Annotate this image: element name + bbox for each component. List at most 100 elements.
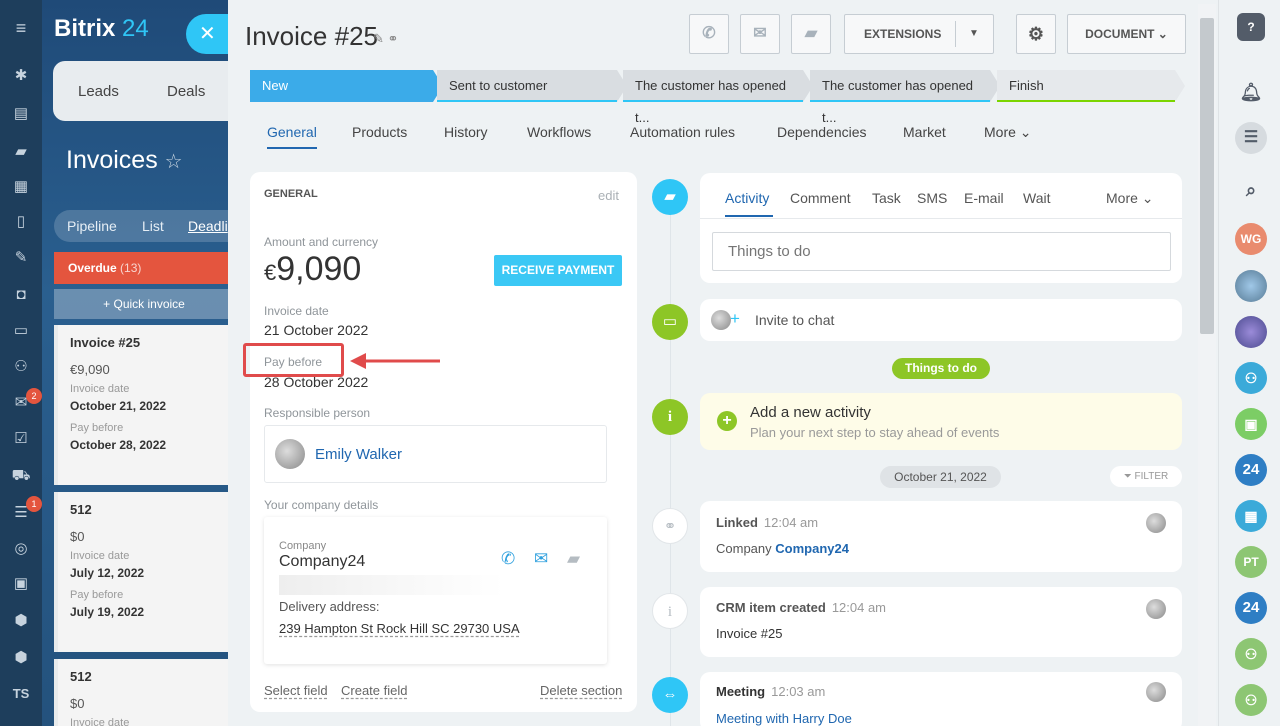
create-field-link[interactable]: Create field xyxy=(341,683,407,698)
stage-new[interactable]: New xyxy=(250,70,443,102)
tab-market[interactable]: Market xyxy=(903,124,946,140)
help-icon[interactable]: ? xyxy=(1237,13,1265,41)
close-slider-button[interactable]: ✕ xyxy=(186,14,230,54)
tab-products[interactable]: Products xyxy=(352,124,407,140)
things-to-do-badge: Things to do xyxy=(892,358,990,379)
document-button[interactable]: DOCUMENT ⌄ xyxy=(1067,14,1186,54)
tab-leads[interactable]: Leads xyxy=(78,83,119,100)
search-icon[interactable]: ⌕ xyxy=(1235,174,1267,206)
invite-panel[interactable]: + Invite to chat xyxy=(700,299,1182,341)
shop-icon[interactable]: ⛟ xyxy=(11,466,31,486)
edit-link[interactable]: edit xyxy=(598,188,619,203)
bitrix24-chat[interactable]: 24 xyxy=(1235,592,1267,624)
kanban-card[interactable]: 512 $0 Invoice date July 12, 2022 Pay be… xyxy=(54,492,234,652)
add-icon[interactable]: + xyxy=(717,411,737,431)
target-icon[interactable]: ◎ xyxy=(11,539,31,559)
view-list[interactable]: List xyxy=(142,218,164,234)
stage-opened-1[interactable]: The customer has opened t... xyxy=(623,70,813,125)
bell-icon[interactable]: 🔔︎ xyxy=(1235,76,1267,108)
user-avatar-wg[interactable]: WG xyxy=(1235,223,1267,255)
card-pay: July 19, 2022 xyxy=(70,605,145,619)
gear-icon[interactable]: ⚙ xyxy=(1016,14,1056,54)
select-field-link[interactable]: Select field xyxy=(264,683,328,698)
mail-icon[interactable]: ✉ xyxy=(534,549,548,569)
group-icon[interactable]: ⚇ xyxy=(1235,684,1267,716)
delivery-address[interactable]: 239 Hampton St Rock Hill SC 29730 USA xyxy=(279,621,520,636)
user-initials[interactable]: TS xyxy=(11,684,31,704)
plus-icon[interactable]: + xyxy=(730,310,740,328)
box-icon[interactable]: ⬢ xyxy=(11,611,31,631)
delete-section-link[interactable]: Delete section xyxy=(540,683,622,698)
user-avatar[interactable] xyxy=(1235,270,1267,302)
card-date-label: Invoice date xyxy=(70,383,130,395)
documents-icon[interactable]: ▯ xyxy=(11,212,31,232)
tab-more[interactable]: More ⌄ xyxy=(984,124,1032,141)
robot-icon[interactable]: ◘ xyxy=(11,285,31,305)
divider xyxy=(700,218,1182,219)
card-value: $0 xyxy=(70,529,85,544)
mail-icon[interactable]: ✉ xyxy=(740,14,780,54)
scrollbar-thumb[interactable] xyxy=(1200,18,1214,334)
employees-icon[interactable]: ⚇ xyxy=(11,357,31,377)
kanban-card[interactable]: 512 $0 Invoice date xyxy=(54,659,234,726)
star-icon[interactable]: ☆ xyxy=(165,151,183,173)
calendar-icon[interactable]: ▦ xyxy=(11,177,31,197)
meeting-link[interactable]: Meeting with Harry Doe xyxy=(716,711,852,726)
stage-opened-2[interactable]: The customer has opened t... xyxy=(810,70,1000,125)
chat-icon[interactable]: ▰ xyxy=(11,142,31,162)
stage-finish[interactable]: Finish xyxy=(997,70,1185,102)
edit-title-icon[interactable]: ✎ ⚭ xyxy=(373,31,398,47)
card-pay-label: Pay before xyxy=(70,422,124,434)
chat-bubble-icon[interactable]: ☰ xyxy=(1235,122,1267,154)
user-avatar-pt[interactable]: PT xyxy=(1235,546,1267,578)
group-chat-icon[interactable]: ⚇ xyxy=(1235,362,1267,394)
tab-automation[interactable]: Automation rules xyxy=(630,124,735,140)
tab-history[interactable]: History xyxy=(444,124,488,140)
stage-sent[interactable]: Sent to customer xyxy=(437,70,627,102)
extensions-button[interactable]: EXTENSIONS ▼ xyxy=(844,14,994,54)
phone-icon[interactable]: ✆ xyxy=(689,14,729,54)
view-pipeline[interactable]: Pipeline xyxy=(67,218,117,234)
tab-sms[interactable]: SMS xyxy=(917,190,947,206)
chat-icon[interactable]: ▰ xyxy=(791,14,831,54)
receive-payment-button[interactable]: RECEIVE PAYMENT xyxy=(494,255,622,286)
calendar-icon[interactable]: ▦ xyxy=(1235,500,1267,532)
tab-wait[interactable]: Wait xyxy=(1023,190,1050,206)
company-link[interactable]: Company24 xyxy=(775,541,849,556)
tab-general[interactable]: General xyxy=(267,124,317,140)
tab-deals[interactable]: Deals xyxy=(167,83,205,100)
invite-to-chat[interactable]: Invite to chat xyxy=(755,312,834,328)
tab-activity[interactable]: Activity xyxy=(725,190,769,206)
sign-icon[interactable]: ✎ xyxy=(11,248,31,268)
things-to-do-input[interactable] xyxy=(712,232,1171,271)
tab-more[interactable]: More ⌄ xyxy=(1106,190,1154,207)
channel-icon[interactable]: ▣ xyxy=(1235,408,1267,440)
bitrix-logo[interactable]: Bitrix 24 xyxy=(54,15,149,43)
responsible-box: Emily Walker xyxy=(264,425,607,483)
tab-comment[interactable]: Comment xyxy=(790,190,851,206)
left-navigation: ≡ ✱ ▤ ▰ ▦ ▯ ✎ ◘ ▭ ⚇ ✉ 2 ☑ ⛟ ☰ 1 ◎ ▣ ⬢ ⬢ … xyxy=(0,0,42,726)
scrollbar[interactable] xyxy=(1198,4,1216,726)
phone-icon[interactable]: ✆ xyxy=(501,549,515,569)
filter-button[interactable]: ⏷ FILTER xyxy=(1110,466,1182,487)
contact-card-icon[interactable]: ▣ xyxy=(11,574,31,594)
bitrix24-chat[interactable]: 24 xyxy=(1235,454,1267,486)
responsible-link[interactable]: Emily Walker xyxy=(315,446,402,463)
add-activity-panel[interactable]: + Add a new activity Plan your next step… xyxy=(700,393,1182,450)
feed-icon[interactable]: ▤ xyxy=(11,104,31,124)
user-avatar[interactable] xyxy=(1235,316,1267,348)
tab-dependencies[interactable]: Dependencies xyxy=(777,124,867,140)
quick-invoice-button[interactable]: + Quick invoice xyxy=(54,289,234,319)
view-deadlines[interactable]: Deadli xyxy=(188,218,228,234)
tasks-icon[interactable]: ☑ xyxy=(11,429,31,449)
chat-icon[interactable]: ▰ xyxy=(567,549,580,569)
kanban-card[interactable]: Invoice #25 €9,090 Invoice date October … xyxy=(54,325,234,485)
tab-workflows[interactable]: Workflows xyxy=(527,124,591,140)
crm-icon[interactable]: ✱ xyxy=(11,66,31,86)
box2-icon[interactable]: ⬢ xyxy=(11,648,31,668)
group-icon[interactable]: ⚇ xyxy=(1235,638,1267,670)
tab-task[interactable]: Task xyxy=(872,190,901,206)
menu-icon[interactable]: ≡ xyxy=(11,18,31,38)
tab-email[interactable]: E-mail xyxy=(964,190,1004,206)
drive-icon[interactable]: ▭ xyxy=(11,321,31,341)
